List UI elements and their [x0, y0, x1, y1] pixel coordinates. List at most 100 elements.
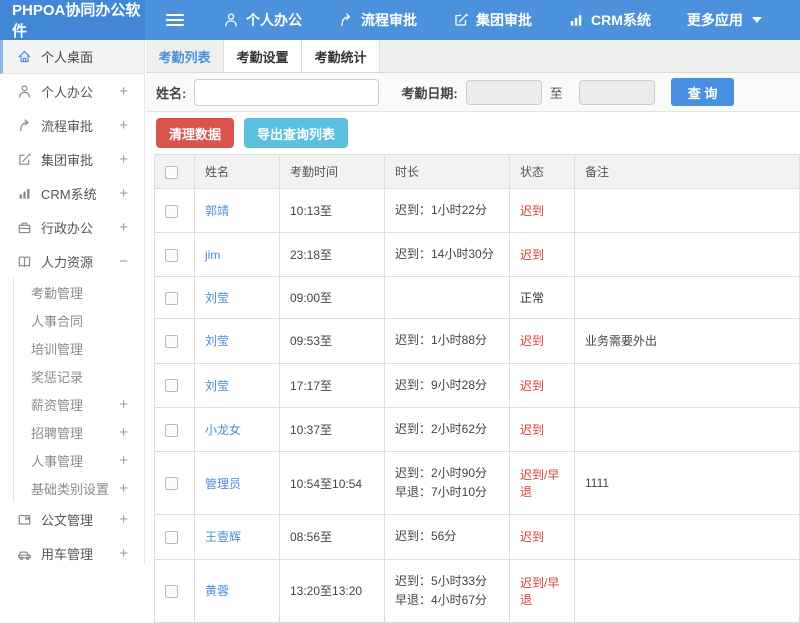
attendance-time: 10:13至: [279, 187, 385, 234]
status-text: 迟到/早退: [509, 558, 575, 623]
tab-attendance-list[interactable]: 考勤列表: [146, 40, 224, 72]
submenu-item-label: 培训管理: [31, 341, 84, 357]
expand-plus-icon[interactable]: +: [119, 452, 130, 469]
employee-name-link[interactable]: 黄蓉: [205, 584, 229, 598]
employee-name-link[interactable]: 刘莹: [205, 291, 229, 305]
duration: 迟到：14小时30分: [384, 232, 510, 278]
submenu-item-label: 人事合同: [31, 313, 84, 329]
expand-plus-icon[interactable]: +: [119, 396, 130, 413]
row-checkbox[interactable]: [165, 335, 178, 349]
status-text: 迟到: [509, 406, 575, 452]
employee-name-link[interactable]: 管理员: [205, 477, 241, 491]
expand-plus-icon[interactable]: +: [119, 424, 130, 441]
sidebar-item-workflow-approval[interactable]: 流程审批 +: [0, 108, 144, 142]
table-row: 王壹辉 08:56至 迟到：56分 迟到: [154, 514, 800, 560]
col-header-status: 状态: [509, 154, 575, 189]
col-header-note: 备注: [574, 154, 800, 189]
sidebar-item-vehicle-management[interactable]: 用车管理 +: [0, 536, 144, 570]
submenu-item-salary-management[interactable]: 薪资管理 +: [14, 390, 144, 418]
name-input[interactable]: [194, 78, 380, 106]
submenu-item-label: 招聘管理: [31, 425, 84, 441]
submenu-item-personnel-contract[interactable]: 人事合同: [14, 306, 144, 334]
submenu-item-reward-punishment[interactable]: 奖惩记录: [14, 362, 144, 390]
attendance-time: 08:56至: [279, 514, 385, 560]
employee-name-link[interactable]: 刘莹: [205, 334, 229, 348]
topnav-more-apps[interactable]: 更多应用: [669, 0, 780, 40]
employee-name-link[interactable]: 王壹辉: [205, 530, 241, 544]
row-checkbox[interactable]: [165, 423, 178, 437]
expand-plus-icon[interactable]: +: [119, 219, 130, 236]
expand-plus-icon[interactable]: +: [119, 545, 130, 562]
table-row: 管理员 10:54至10:54 迟到：2小时90分 早退：7小时10分 迟到/早…: [154, 450, 800, 516]
col-header-time: 考勤时间: [279, 154, 385, 189]
hr-submenu: 考勤管理 人事合同 培训管理 奖惩记录 薪资管理 + 招聘管理 + 人事管理 +…: [13, 278, 144, 502]
car-icon: [17, 546, 32, 561]
submenu-item-training-management[interactable]: 培训管理: [14, 334, 144, 362]
clean-data-button[interactable]: 清理数据: [156, 118, 235, 148]
sidebar-item-personal-desktop[interactable]: 个人桌面: [0, 40, 144, 74]
employee-name-link[interactable]: 刘莹: [205, 379, 229, 393]
app-logo[interactable]: PHPOA协同办公软件: [0, 0, 145, 40]
sidebar-item-admin-office[interactable]: 行政办公 +: [0, 210, 144, 244]
row-checkbox[interactable]: [165, 379, 178, 393]
expand-plus-icon[interactable]: +: [119, 151, 130, 168]
topnav-crm-system[interactable]: CRM系统: [550, 0, 669, 40]
topnav-personal-office[interactable]: 个人办公: [205, 0, 320, 40]
status-text: 迟到: [509, 318, 575, 364]
date-to-input[interactable]: [578, 79, 655, 105]
submenu-item-personnel-management[interactable]: 人事管理 +: [14, 446, 144, 474]
expand-plus-icon[interactable]: +: [119, 480, 130, 497]
tab-attendance-statistics[interactable]: 考勤统计: [302, 40, 380, 72]
duration: 迟到：9小时28分: [384, 362, 510, 408]
attendance-table: 姓名 考勤时间 时长 状态 备注 郭靖 10:13至 迟到：1小时22分 迟到: [154, 154, 800, 623]
date-from-input[interactable]: [465, 79, 542, 105]
sidebar-item-personal-office[interactable]: 个人办公 +: [0, 74, 144, 108]
duration: 迟到：56分: [384, 514, 510, 560]
employee-name-link[interactable]: 小龙女: [205, 423, 241, 437]
collapse-minus-icon[interactable]: −: [119, 253, 130, 270]
submenu-item-label: 考勤管理: [31, 285, 84, 301]
topnav-label: 更多应用: [686, 12, 743, 28]
expand-plus-icon[interactable]: +: [119, 83, 130, 100]
submenu-item-label: 奖惩记录: [31, 369, 84, 385]
hamburger-icon: [166, 11, 184, 29]
row-checkbox[interactable]: [165, 292, 178, 306]
row-checkbox[interactable]: [165, 248, 178, 262]
tab-attendance-settings[interactable]: 考勤设置: [224, 40, 302, 72]
submenu-item-basic-category-settings[interactable]: 基础类别设置 +: [14, 474, 144, 502]
export-list-button[interactable]: 导出查询列表: [244, 118, 349, 148]
sidebar-item-crm-system[interactable]: CRM系统 +: [0, 176, 144, 210]
attendance-time: 10:37至: [279, 406, 385, 452]
hamburger-menu-button[interactable]: [145, 0, 205, 40]
col-header-duration: 时长: [384, 154, 510, 189]
topnav-label: 个人办公: [246, 12, 302, 28]
employee-name-link[interactable]: jim: [205, 248, 220, 262]
sidebar-item-document-management[interactable]: 公文管理 +: [0, 502, 144, 536]
row-checkbox[interactable]: [165, 584, 178, 598]
sidebar-item-human-resources[interactable]: 人力资源 −: [0, 244, 144, 278]
attendance-time: 13:20至13:20: [279, 558, 385, 623]
row-checkbox[interactable]: [165, 531, 178, 545]
row-checkbox[interactable]: [165, 477, 178, 491]
row-checkbox[interactable]: [165, 204, 178, 218]
note: 业务需要外出: [574, 318, 800, 364]
search-button[interactable]: 查 询: [670, 78, 735, 106]
topnav-group-approval[interactable]: 集团审批: [435, 0, 550, 40]
expand-plus-icon[interactable]: +: [119, 185, 130, 202]
table-row: 小龙女 10:37至 迟到：2小时62分 迟到: [154, 406, 800, 452]
table-row: jim 23:18至 迟到：14小时30分 迟到: [154, 232, 800, 278]
sidebar-item-label: 人力资源: [41, 254, 94, 270]
sidebar-item-label: 个人办公: [41, 84, 94, 100]
select-all-checkbox[interactable]: [165, 165, 178, 179]
expand-plus-icon[interactable]: +: [119, 511, 130, 528]
submenu-item-attendance-management[interactable]: 考勤管理: [14, 278, 144, 306]
topnav-workflow-approval[interactable]: 流程审批: [320, 0, 435, 40]
topnav-label: CRM系统: [591, 12, 651, 28]
expand-plus-icon[interactable]: +: [119, 117, 130, 134]
submenu-item-recruit-management[interactable]: 招聘管理 +: [14, 418, 144, 446]
person-icon: [17, 84, 32, 99]
employee-name-link[interactable]: 郭靖: [205, 204, 229, 218]
table-row: 刘莹 09:53至 迟到：1小时88分 迟到 业务需要外出: [154, 318, 800, 364]
status-text: 迟到: [509, 187, 575, 234]
sidebar-item-group-approval[interactable]: 集团审批 +: [0, 142, 144, 176]
